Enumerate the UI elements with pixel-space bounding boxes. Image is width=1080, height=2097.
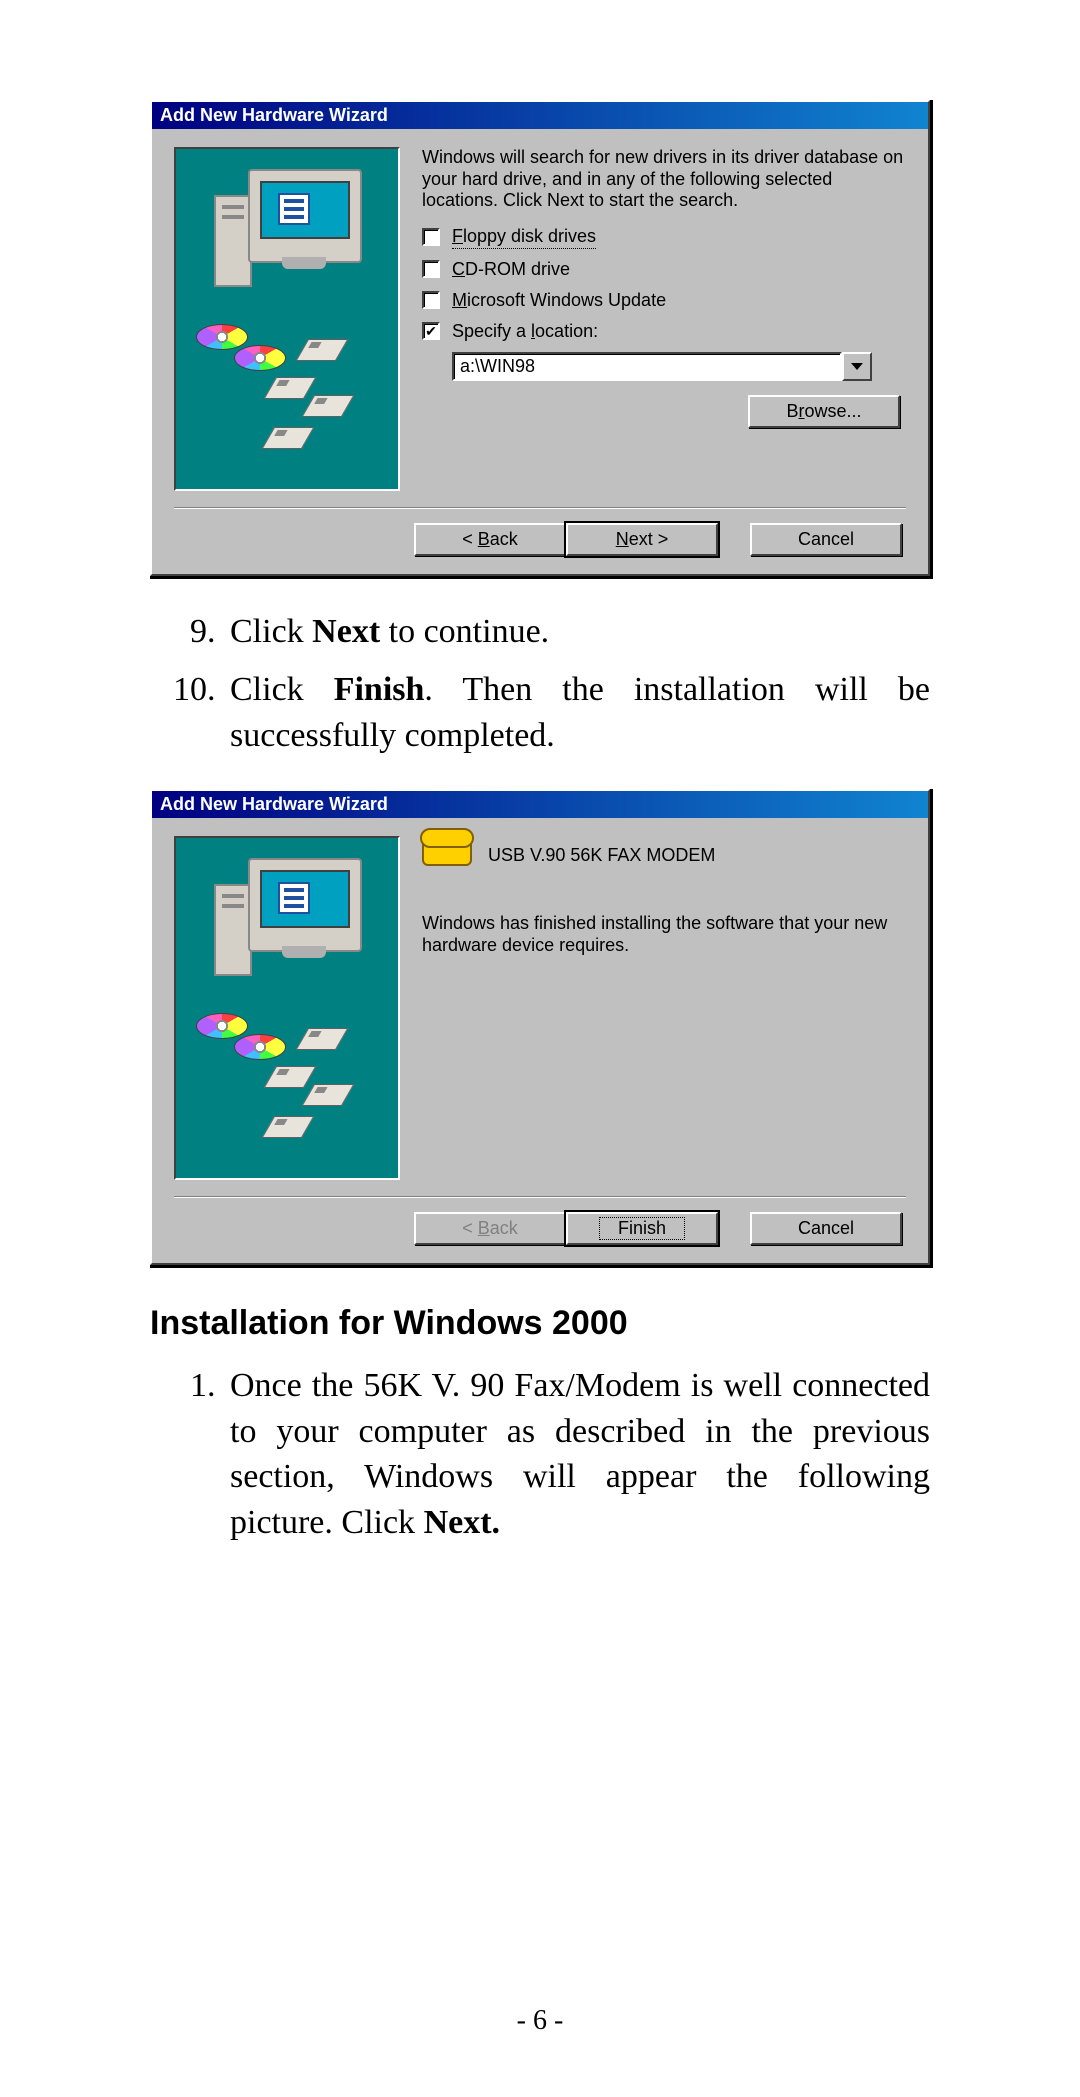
instruction-text: Click Next to continue. Click Finish. Th… <box>150 609 930 759</box>
back-button: < Back <box>414 1212 566 1245</box>
next-button[interactable]: Next > <box>566 523 718 556</box>
dropdown-button[interactable] <box>842 352 872 381</box>
checkbox-icon <box>422 322 440 340</box>
back-button[interactable]: < Back <box>414 523 566 556</box>
instruction-text: Once the 56K V. 90 Fax/Modem is well con… <box>150 1363 930 1547</box>
step-9: Click Next to continue. <box>224 609 930 655</box>
dialog-title: Add New Hardware Wizard <box>152 102 928 129</box>
location-input[interactable] <box>452 352 842 381</box>
checkbox-specify-location[interactable]: Specify a location: <box>422 321 906 342</box>
browse-button[interactable]: Browse... <box>748 395 900 428</box>
checkbox-cdrom[interactable]: CD-ROM drive <box>422 259 906 280</box>
wizard-dialog-finish: Add New Hardware Wizard <box>150 789 933 1268</box>
wizard-dialog-search: Add New Hardware Wizard <box>150 100 933 579</box>
checkbox-label: Floppy disk drives <box>452 226 596 249</box>
finish-message: Windows has finished installing the soft… <box>422 912 906 957</box>
checkbox-label: Specify a location: <box>452 321 598 342</box>
separator <box>174 507 906 509</box>
wizard-button-row: < Back Next > Cancel <box>174 523 906 564</box>
step-10: Click Finish. Then the installation will… <box>224 667 930 759</box>
page-number: - 6 - <box>0 2005 1080 2037</box>
modem-icon <box>422 836 472 876</box>
wizard-side-graphic <box>174 836 400 1180</box>
device-name: USB V.90 56K FAX MODEM <box>488 845 715 866</box>
dialog-title: Add New Hardware Wizard <box>152 791 928 818</box>
cancel-button[interactable]: Cancel <box>750 1212 902 1245</box>
checkbox-floppy[interactable]: Floppy disk drives <box>422 226 906 249</box>
dialog-intro-text: Windows will search for new drivers in i… <box>422 147 906 212</box>
finish-button[interactable]: Finish <box>566 1212 718 1245</box>
checkbox-windows-update[interactable]: Microsoft Windows Update <box>422 290 906 311</box>
cancel-button[interactable]: Cancel <box>750 523 902 556</box>
chevron-down-icon <box>851 363 863 370</box>
wizard-side-graphic <box>174 147 400 491</box>
section-heading: Installation for Windows 2000 <box>150 1304 930 1343</box>
checkbox-icon <box>422 291 440 309</box>
wizard-button-row: < Back Finish Cancel <box>174 1212 906 1253</box>
checkbox-label: CD-ROM drive <box>452 259 570 280</box>
checkbox-icon <box>422 260 440 278</box>
separator <box>174 1196 906 1198</box>
step-1: Once the 56K V. 90 Fax/Modem is well con… <box>224 1363 930 1547</box>
checkbox-icon <box>422 228 440 246</box>
checkbox-label: Microsoft Windows Update <box>452 290 666 311</box>
